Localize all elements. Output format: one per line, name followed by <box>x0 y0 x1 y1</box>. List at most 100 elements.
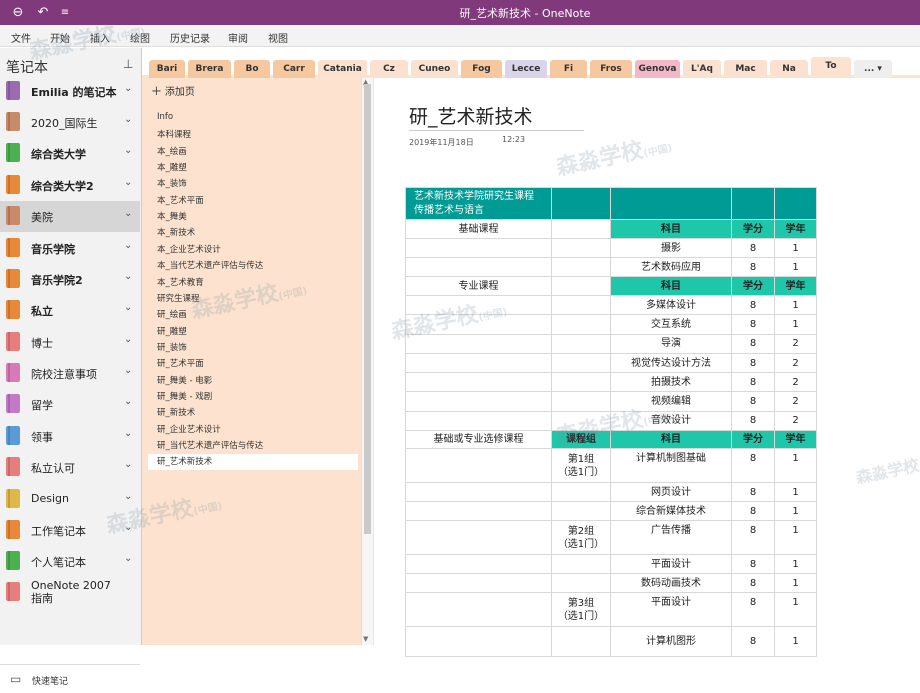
table-cell[interactable] <box>405 482 552 503</box>
year-cell[interactable]: 1 <box>774 448 817 484</box>
menu-insert[interactable]: 插入 <box>90 30 110 45</box>
table-cell[interactable] <box>551 372 611 393</box>
table-cell[interactable] <box>405 554 552 575</box>
table-cell[interactable] <box>405 352 552 374</box>
group-cell[interactable] <box>551 554 611 575</box>
chevron-down-icon[interactable]: ⌄ <box>124 83 132 94</box>
page-item[interactable]: 研_艺术平面 <box>157 357 204 369</box>
table-cell[interactable] <box>405 294 552 316</box>
table-cell[interactable] <box>551 333 611 354</box>
table-cell[interactable] <box>405 333 552 354</box>
menu-draw[interactable]: 绘图 <box>130 30 150 45</box>
section-tab[interactable]: Brera <box>188 60 231 78</box>
subject-cell[interactable]: 视觉传达设计方法 <box>610 352 732 374</box>
chevron-down-icon[interactable]: ⌄ <box>124 522 132 533</box>
header-credits[interactable]: 学分 <box>731 219 775 239</box>
chevron-down-icon[interactable]: ⌄ <box>124 491 132 502</box>
chevron-down-icon[interactable]: ⌄ <box>124 114 132 125</box>
subject-cell[interactable]: 平面设计 <box>610 554 732 575</box>
category-label[interactable]: 基础课程 <box>405 219 552 239</box>
subject-cell[interactable]: 计算机制图基础 <box>610 448 732 484</box>
subject-cell[interactable]: 广告传播 <box>610 520 732 556</box>
quick-notes[interactable]: ▭ 快速笔记 <box>0 664 140 693</box>
section-tab[interactable]: Cuneo <box>411 60 458 78</box>
chevron-down-icon[interactable]: ⌄ <box>124 302 132 313</box>
subject-cell[interactable]: 摄影 <box>610 238 732 258</box>
credits-cell[interactable]: 8 <box>731 554 775 575</box>
year-cell[interactable]: 1 <box>774 501 817 522</box>
chevron-down-icon[interactable]: ⌄ <box>124 271 132 282</box>
category-label[interactable]: 专业课程 <box>405 276 552 296</box>
subject-cell[interactable]: 网页设计 <box>610 482 732 503</box>
table-cell[interactable] <box>405 520 552 556</box>
notebook-item[interactable]: 2020_国际生 ⌄ <box>0 107 140 138</box>
table-cell[interactable] <box>405 257 552 277</box>
credits-cell[interactable]: 8 <box>731 372 775 393</box>
header-credits[interactable]: 学分 <box>731 430 775 450</box>
credits-cell[interactable]: 8 <box>731 448 775 484</box>
subject-cell[interactable]: 交互系统 <box>610 314 732 335</box>
notebook-item[interactable]: Design ⌄ <box>0 484 140 515</box>
table-cell[interactable] <box>551 294 611 316</box>
scroll-thumb[interactable] <box>364 84 371 534</box>
year-cell[interactable]: 1 <box>774 482 817 503</box>
credits-cell[interactable]: 8 <box>731 573 775 594</box>
year-cell[interactable]: 2 <box>774 352 817 374</box>
notebook-item[interactable]: 音乐学院2 ⌄ <box>0 264 140 295</box>
group-cell[interactable] <box>551 501 611 522</box>
table-cell[interactable] <box>551 352 611 374</box>
scroll-down-icon[interactable]: ▼ <box>363 635 368 643</box>
header-group[interactable]: 课程组 <box>551 430 611 450</box>
pin-icon[interactable]: ⊥ <box>123 57 133 71</box>
subject-cell[interactable]: 综合新媒体技术 <box>610 501 732 522</box>
subject-cell[interactable]: 数码动画技术 <box>610 573 732 594</box>
year-cell[interactable]: 1 <box>774 554 817 575</box>
section-tab[interactable]: Carr <box>273 60 315 78</box>
page-item[interactable]: 研_当代艺术遗产评估与传达 <box>157 439 263 451</box>
section-tab[interactable]: Genova <box>635 60 680 78</box>
group-cell[interactable] <box>551 626 611 658</box>
page-item[interactable]: 本_新技术 <box>157 226 195 238</box>
page-item[interactable]: 本_艺术平面 <box>157 194 204 206</box>
credits-cell[interactable]: 8 <box>731 333 775 354</box>
page-item[interactable]: 研_企业艺术设计 <box>157 423 221 435</box>
subject-cell[interactable]: 音效设计 <box>610 410 732 432</box>
header-year[interactable]: 学年 <box>774 276 817 296</box>
page-item[interactable]: 本_当代艺术遗产评估与传达 <box>157 259 263 271</box>
notebook-item[interactable]: 院校注意事项 ⌄ <box>0 358 140 389</box>
table-title-cell[interactable]: 艺术新技术学院研究生课程 传播艺术与语言 <box>405 187 552 220</box>
page-item[interactable]: 研_艺术新技术 <box>148 454 358 470</box>
page-item[interactable]: 研_舞美 - 戏剧 <box>157 390 212 402</box>
section-tab[interactable]: Mac <box>724 60 767 78</box>
credits-cell[interactable]: 8 <box>731 391 775 412</box>
notebook-item[interactable]: 私立 ⌄ <box>0 295 140 326</box>
credits-cell[interactable]: 8 <box>731 592 775 628</box>
table-cell[interactable] <box>405 314 552 335</box>
table-cell[interactable] <box>551 219 611 239</box>
notebook-item[interactable]: 综合类大学2 ⌄ <box>0 170 140 201</box>
section-tab[interactable]: Lecce <box>505 60 547 78</box>
more-sections-tab[interactable]: ... ▾ <box>854 60 892 78</box>
notebook-item[interactable]: 个人笔记本 ⌄ <box>0 546 140 577</box>
section-tab[interactable]: Bo <box>234 60 270 78</box>
chevron-down-icon[interactable]: ⌄ <box>124 459 132 470</box>
table-cell[interactable] <box>405 626 552 658</box>
header-subject[interactable]: 科目 <box>610 219 732 239</box>
year-cell[interactable]: 2 <box>774 391 817 412</box>
year-cell[interactable]: 1 <box>774 626 817 658</box>
page-item[interactable]: 本_艺术教育 <box>157 276 204 288</box>
subject-cell[interactable]: 计算机图形 <box>610 626 732 658</box>
chevron-down-icon[interactable]: ⌄ <box>124 208 132 219</box>
menu-review[interactable]: 审阅 <box>228 30 248 45</box>
page-item[interactable]: 本_舞美 <box>157 210 187 222</box>
page-item[interactable]: 研_绘画 <box>157 308 187 320</box>
table-cell[interactable] <box>405 372 552 393</box>
table-cell[interactable] <box>405 573 552 594</box>
subject-cell[interactable]: 多媒体设计 <box>610 294 732 316</box>
header-year[interactable]: 学年 <box>774 219 817 239</box>
credits-cell[interactable]: 8 <box>731 294 775 316</box>
credits-cell[interactable]: 8 <box>731 314 775 335</box>
header-subject[interactable]: 科目 <box>610 276 732 296</box>
menu-history[interactable]: 历史记录 <box>170 30 210 45</box>
page-item[interactable]: Info <box>157 112 173 122</box>
